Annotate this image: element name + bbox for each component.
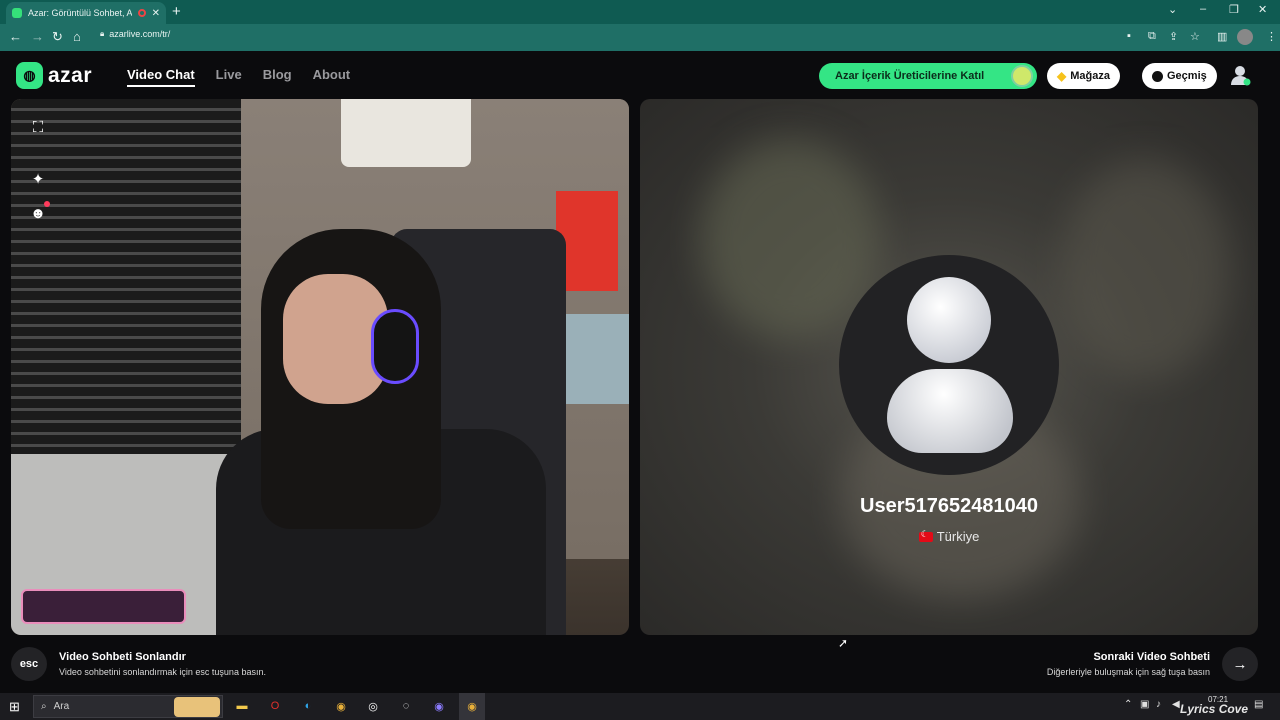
home-icon[interactable]: ⌂ <box>73 29 81 44</box>
windows-taskbar: ⊞ ⌕ Ara ▬ O ◐ ◉ ◎ ◌ ◉ ◉ ⌃ ▣ ♪ ◀ 07:21 ▤ <box>0 693 1280 720</box>
diamond-icon: ◆ <box>1057 69 1067 83</box>
bottom-controls: esc Video Sohbeti Sonlandır Video sohbet… <box>0 640 1280 690</box>
app-header: ◍ azar Video Chat Live Blog About Azar İ… <box>0 51 1280 99</box>
chrome-profile-icon[interactable]: ◉ <box>430 697 448 715</box>
main-nav: Video Chat Live Blog About <box>127 67 350 87</box>
history-label: Geçmiş <box>1167 70 1207 82</box>
url-field[interactable]: 🔒︎ azarlive.com/tr/ <box>100 29 170 39</box>
azar-favicon-icon <box>12 8 22 18</box>
turkey-flag-icon <box>918 529 933 542</box>
nav-blog[interactable]: Blog <box>263 67 292 87</box>
end-chat-button[interactable]: esc <box>11 647 47 681</box>
blur-shape <box>1060 159 1230 379</box>
sparkle-icon[interactable]: ✦ <box>29 170 47 188</box>
end-chat-hint: Video sohbetini sonlandırmak için esc tu… <box>59 667 266 677</box>
tab-title: Azar: Görüntülü Sohbet, Arkad... <box>28 8 132 18</box>
chrome-active-icon[interactable]: ◉ <box>463 697 481 715</box>
next-chat-hint: Diğerleriyle buluşmak için sağ tuşa bası… <box>1046 667 1210 677</box>
maximize-button[interactable]: ❐ <box>1229 3 1239 16</box>
clock-icon <box>1152 70 1163 82</box>
peer-username: User517652481040 <box>860 495 1038 517</box>
country-label: Türkiye <box>936 529 980 544</box>
notification-dot <box>44 201 50 207</box>
share-icon[interactable]: ⇪ <box>1169 30 1178 43</box>
wall-poster-2 <box>561 314 629 404</box>
self-video-panel: ⛶ ✦ ☻ <box>11 99 629 635</box>
obs-icon[interactable]: ◎ <box>364 697 382 715</box>
camera-icon[interactable]: ▪ <box>1127 30 1131 42</box>
next-chat-title: Sonraki Video Sohbeti <box>1093 651 1210 663</box>
close-window-button[interactable]: ✕ <box>1258 3 1267 16</box>
sidebar-icon[interactable]: ▥ <box>1217 30 1227 43</box>
tray-app-icon[interactable]: ▣ <box>1140 699 1149 710</box>
avatar-body <box>887 369 1013 453</box>
edge-icon[interactable]: ◐ <box>299 697 317 715</box>
file-explorer-icon[interactable]: ▬ <box>233 697 251 715</box>
tray-chevron-icon[interactable]: ⌃ <box>1124 699 1132 710</box>
back-icon[interactable]: ← <box>9 29 22 44</box>
join-creators-button[interactable]: Azar İçerik Üreticilerine Katıl <box>819 63 1037 89</box>
tab-close-icon[interactable]: ✕ <box>152 8 160 19</box>
store-button[interactable]: ◆ Mağaza <box>1047 63 1120 89</box>
history-button[interactable]: Geçmiş <box>1142 63 1217 89</box>
logo-text: azar <box>48 63 93 87</box>
address-bar-row: ← → ↻ ⌂ 🔒︎ azarlive.com/tr/ ▪ ⧉ ⇪ ☆ ▥ ⋮ <box>0 24 1280 51</box>
peer-country: Türkiye <box>640 529 1258 544</box>
creator-badge-icon <box>1011 65 1033 87</box>
browser-menu-icon[interactable]: ⋮ <box>1266 30 1277 43</box>
nav-about[interactable]: About <box>313 67 351 87</box>
app-icon[interactable]: ◌ <box>397 697 415 715</box>
phone <box>21 589 186 624</box>
azar-logo-icon: ◍ <box>16 62 43 89</box>
install-icon[interactable]: ⧉ <box>1148 30 1156 43</box>
microphone-icon[interactable]: ♪ <box>1156 699 1161 710</box>
tab-search-icon[interactable]: ⌄ <box>1168 3 1177 16</box>
windows-start-icon[interactable]: ⊞ <box>9 699 20 715</box>
minimize-button[interactable]: – <box>1200 3 1206 15</box>
avatar-head <box>907 277 991 363</box>
nav-video-chat[interactable]: Video Chat <box>127 67 195 87</box>
headset <box>371 309 419 384</box>
opera-icon[interactable]: O <box>266 697 284 715</box>
browser-tab-bar: Azar: Görüntülü Sohbet, Arkad... ✕ + ⌄ –… <box>0 0 1280 24</box>
notifications-icon[interactable]: ▤ <box>1254 699 1263 710</box>
browser-tab[interactable]: Azar: Görüntülü Sohbet, Arkad... ✕ <box>6 2 166 24</box>
url-text: azarlive.com/tr/ <box>109 29 171 39</box>
taskbar-search[interactable]: ⌕ Ara <box>33 695 223 718</box>
peer-avatar <box>839 255 1059 475</box>
browser-profile-avatar[interactable] <box>1237 29 1253 45</box>
peer-video-panel: User517652481040 Türkiye <box>640 99 1258 635</box>
volume-icon[interactable]: ◀ <box>1172 699 1180 710</box>
join-creators-label: Azar İçerik Üreticilerine Katıl <box>835 70 985 82</box>
user-profile-icon[interactable] <box>1229 64 1251 86</box>
nav-live[interactable]: Live <box>216 67 242 87</box>
store-label: Mağaza <box>1070 70 1110 82</box>
reload-icon[interactable]: ↻ <box>52 29 63 45</box>
azar-logo[interactable]: ◍ azar <box>16 62 92 89</box>
expand-icon[interactable]: ⛶ <box>29 118 47 136</box>
new-tab-button[interactable]: + <box>172 3 181 20</box>
search-icon: ⌕ <box>41 701 47 712</box>
emoji-icon[interactable]: ☻ <box>29 204 47 222</box>
watermark: Lyrics Cove <box>1180 702 1249 716</box>
mouse-cursor-icon: ➚ <box>838 636 849 650</box>
lock-icon: 🔒︎ <box>100 29 105 38</box>
air-conditioner <box>341 99 471 167</box>
chrome-icon[interactable]: ◉ <box>332 697 350 715</box>
search-placeholder: Ara <box>53 701 70 712</box>
forward-icon[interactable]: → <box>31 29 44 44</box>
next-chat-button[interactable]: → <box>1222 647 1258 681</box>
bookmark-star-icon[interactable]: ☆ <box>1190 30 1200 43</box>
end-chat-title: Video Sohbeti Sonlandır <box>59 651 186 663</box>
recording-icon <box>137 9 146 17</box>
search-highlight-image <box>174 697 220 717</box>
